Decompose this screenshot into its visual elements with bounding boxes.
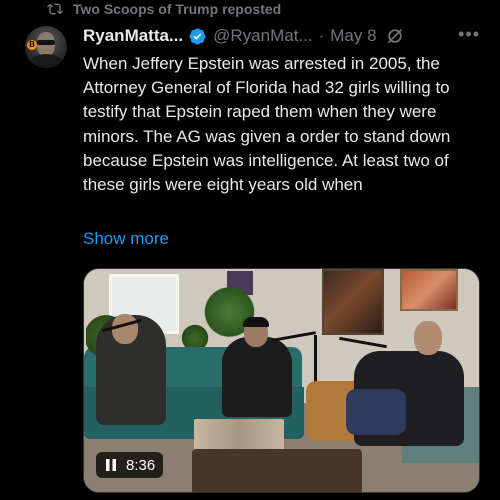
author-handle[interactable]: @RyanMat...	[213, 26, 312, 46]
video-duration-badge[interactable]: 8:36	[96, 452, 164, 478]
verified-badge-icon[interactable]	[188, 27, 207, 46]
author-name[interactable]: RyanMatta...	[83, 26, 183, 46]
repost-context[interactable]: Two Scoops of Trump reposted	[47, 0, 281, 18]
avatar[interactable]: B	[25, 26, 67, 68]
tweet-text: When Jeffery Epstein was arrested in 200…	[83, 54, 451, 195]
post-date[interactable]: May 8	[330, 26, 376, 46]
grok-icon[interactable]	[385, 26, 405, 46]
repost-label: Two Scoops of Trump reposted	[73, 1, 282, 17]
pause-icon[interactable]	[104, 458, 118, 472]
video-duration: 8:36	[126, 456, 156, 474]
show-more-link[interactable]: Show more	[83, 229, 169, 249]
bitcoin-icon: B	[27, 40, 37, 50]
post[interactable]: Two Scoops of Trump reposted B RyanMatta…	[0, 0, 500, 500]
separator: ·	[318, 26, 325, 45]
repost-icon	[47, 1, 63, 17]
more-options-icon[interactable]: •••	[458, 24, 480, 45]
post-header: RyanMatta... @RyanMat... · May 8 •••	[83, 24, 480, 48]
video-player[interactable]: 8:36	[83, 268, 480, 493]
